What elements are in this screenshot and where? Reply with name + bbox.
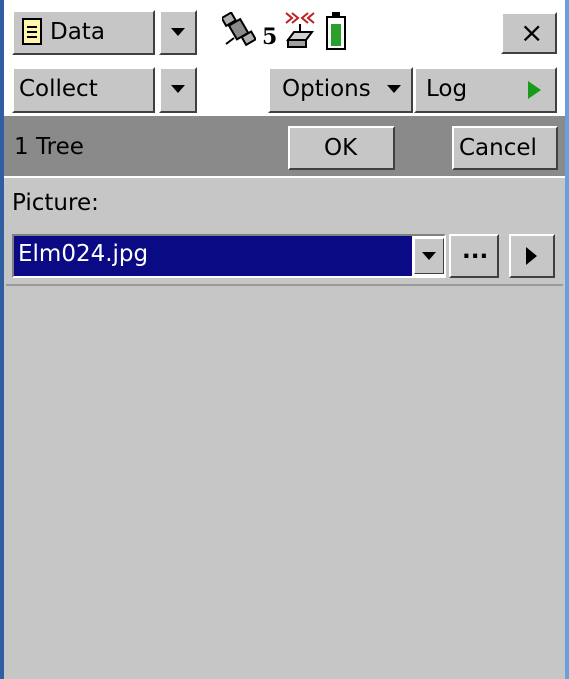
satellite-count: 5 <box>262 24 278 50</box>
options-label: Options <box>282 76 371 102</box>
log-label: Log <box>426 76 468 102</box>
battery-icon <box>326 12 346 50</box>
chevron-down-icon <box>171 28 185 36</box>
collect-dropdown[interactable] <box>159 67 197 113</box>
status-bar: Data 5 × <box>4 0 565 62</box>
collect-label: Collect <box>19 76 98 102</box>
document-icon <box>22 18 42 45</box>
close-button[interactable]: × <box>501 12 557 54</box>
chevron-down-icon <box>171 85 185 93</box>
picture-select-dropdown[interactable] <box>414 238 444 274</box>
close-icon: × <box>520 16 544 49</box>
app-window: Data 5 × Collect Options Log 1 Tree OK C… <box>0 0 569 679</box>
play-icon <box>526 247 537 265</box>
cancel-label: Cancel <box>459 135 537 161</box>
ok-label: OK <box>324 135 358 161</box>
form-body: Picture: Elm024.jpg ... <box>4 176 565 679</box>
collect-button[interactable]: Collect <box>12 67 155 113</box>
picture-select-value-box: Elm024.jpg <box>14 236 412 276</box>
chevron-down-icon <box>387 85 401 93</box>
picture-select-value: Elm024.jpg <box>18 241 149 267</box>
browse-button[interactable]: ... <box>449 234 499 278</box>
view-picture-button[interactable] <box>509 234 555 278</box>
data-section-button[interactable]: Data <box>12 10 155 55</box>
picture-field-label: Picture: <box>12 190 99 216</box>
log-button[interactable]: Log <box>414 67 557 113</box>
picture-field-group: Picture: Elm024.jpg ... <box>6 178 563 286</box>
toolbar: Collect Options Log <box>4 62 565 116</box>
form-header: 1 Tree OK Cancel <box>4 116 565 176</box>
chevron-down-icon <box>422 252 436 260</box>
ok-button[interactable]: OK <box>288 126 395 170</box>
satellite-icon <box>220 11 258 48</box>
data-section-label: Data <box>50 19 105 45</box>
feature-name: 1 Tree <box>14 134 84 160</box>
cancel-button[interactable]: Cancel <box>452 126 558 170</box>
data-section-dropdown[interactable] <box>159 10 197 55</box>
picture-select[interactable]: Elm024.jpg <box>12 234 446 278</box>
play-icon <box>528 81 541 99</box>
browse-label: ... <box>462 238 489 264</box>
options-menu-button[interactable]: Options <box>268 67 413 113</box>
receiver-icon <box>282 10 318 50</box>
